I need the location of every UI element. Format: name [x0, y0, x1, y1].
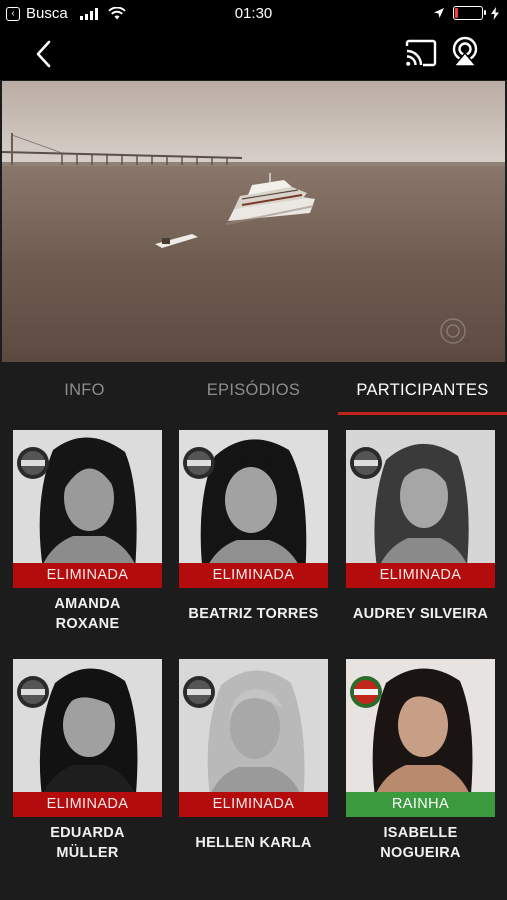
status-bar: ‹ Busca 01:30	[0, 0, 507, 28]
participant-name: AUDREY SILVEIRA	[352, 606, 489, 622]
yacht-on-river-image	[2, 81, 505, 362]
status-badge: RAINHA	[346, 792, 495, 817]
participant-name: ISABELLE NOGUEIRA	[380, 825, 461, 861]
battery-icon	[453, 6, 486, 20]
tab-bar: INFO EPISÓDIOS PARTICIPANTES	[0, 362, 507, 418]
show-logo-icon	[17, 447, 49, 479]
status-right	[433, 6, 499, 20]
status-badge: ELIMINADA	[179, 792, 328, 817]
charging-bolt-icon	[491, 6, 499, 20]
status-badge: ELIMINADA	[13, 563, 162, 588]
participant-name: BEATRIZ TORRES	[188, 606, 319, 622]
show-logo-icon	[183, 676, 215, 708]
active-tab-indicator	[338, 412, 507, 415]
participant-photo: ELIMINADA	[13, 430, 162, 588]
hero-image	[2, 81, 505, 362]
show-logo-icon	[17, 676, 49, 708]
participant-photo: RAINHA	[346, 659, 495, 817]
participant-name: EDUARDA MÜLLER	[50, 825, 125, 861]
cast-icon[interactable]	[405, 38, 437, 68]
location-arrow-icon	[434, 8, 444, 18]
participant-name: HELLEN KARLA	[195, 835, 312, 851]
status-badge: ELIMINADA	[179, 563, 328, 588]
status-badge: ELIMINADA	[13, 792, 162, 817]
chevron-left-icon[interactable]	[30, 36, 60, 72]
tab-episodios[interactable]: EPISÓDIOS	[169, 362, 338, 418]
airplay-icon[interactable]	[450, 36, 480, 68]
tab-participantes[interactable]: PARTICIPANTES	[338, 362, 507, 418]
status-time: 01:30	[234, 5, 273, 22]
status-badge: ELIMINADA	[346, 563, 495, 588]
participant-photo: ELIMINADA	[179, 659, 328, 817]
show-logo-icon	[350, 676, 382, 708]
participant-photo: ELIMINADA	[13, 659, 162, 817]
show-logo-icon	[350, 447, 382, 479]
participant-photo: ELIMINADA	[346, 430, 495, 588]
participant-photo: ELIMINADA	[179, 430, 328, 588]
show-logo-icon	[183, 447, 215, 479]
participant-name: AMANDA ROXANE	[54, 596, 121, 632]
nav-bar	[0, 28, 507, 80]
tab-info[interactable]: INFO	[0, 362, 169, 418]
